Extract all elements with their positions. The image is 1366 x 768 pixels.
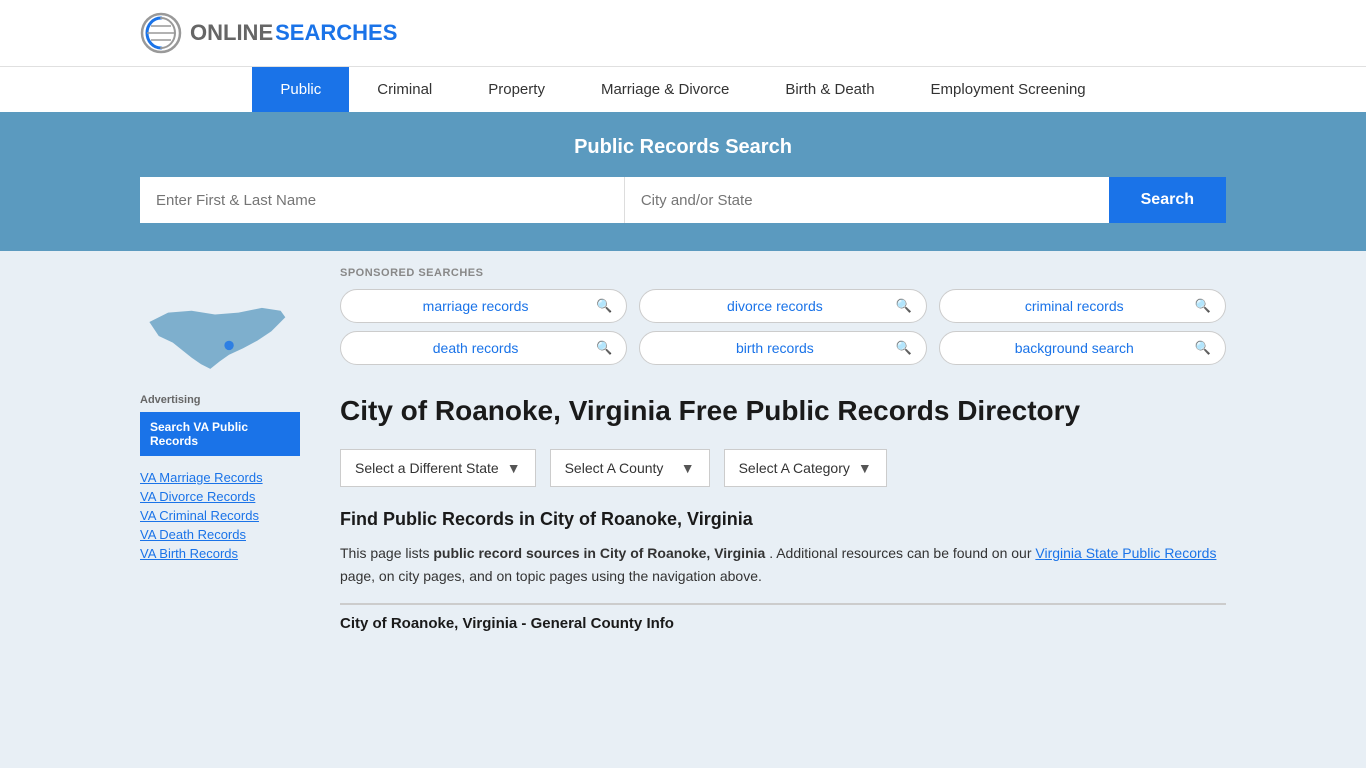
tag-divorce-records-text: divorce records [654, 298, 895, 314]
nav-item-public[interactable]: Public [252, 67, 349, 112]
county-info-heading: City of Roanoke, Virginia - General Coun… [340, 615, 1226, 632]
nav-item-marriage-divorce[interactable]: Marriage & Divorce [573, 67, 757, 112]
virginia-map-svg [140, 291, 290, 381]
main-content: Advertising Search VA Public Records VA … [0, 251, 1366, 751]
search-banner-title: Public Records Search [140, 136, 1226, 159]
tag-marriage-records-text: marriage records [355, 298, 596, 314]
tag-criminal-records[interactable]: criminal records 🔍 [939, 289, 1226, 323]
page-title: City of Roanoke, Virginia Free Public Re… [340, 393, 1226, 429]
location-input[interactable] [625, 177, 1109, 223]
description-part3: page, on city pages, and on topic pages … [340, 568, 762, 584]
content-area: SPONSORED SEARCHES marriage records 🔍 di… [320, 251, 1226, 751]
sidebar-ad-button[interactable]: Search VA Public Records [140, 412, 300, 456]
sidebar-ad-label: Advertising [140, 394, 300, 406]
state-dropdown-arrow: ▼ [507, 460, 521, 476]
state-dropdown-label: Select a Different State [355, 460, 499, 476]
search-button[interactable]: Search [1109, 177, 1226, 223]
search-icon-6: 🔍 [1195, 340, 1211, 356]
county-info-bar: City of Roanoke, Virginia - General Coun… [340, 603, 1226, 632]
category-dropdown[interactable]: Select A Category ▼ [724, 449, 887, 487]
search-form: Search [140, 177, 1226, 223]
search-tags: marriage records 🔍 divorce records 🔍 cri… [340, 289, 1226, 365]
tag-background-search[interactable]: background search 🔍 [939, 331, 1226, 365]
logo: ONLINE SEARCHES [140, 12, 397, 54]
sidebar-link-criminal[interactable]: VA Criminal Records [140, 508, 300, 523]
search-icon-3: 🔍 [1195, 298, 1211, 314]
category-dropdown-arrow: ▼ [858, 460, 872, 476]
tag-death-records[interactable]: death records 🔍 [340, 331, 627, 365]
sponsored-label: SPONSORED SEARCHES [340, 267, 1226, 279]
search-tags-row-2: death records 🔍 birth records 🔍 backgrou… [340, 331, 1226, 365]
nav-item-property[interactable]: Property [460, 67, 573, 112]
category-dropdown-label: Select A Category [739, 460, 850, 476]
tag-criminal-records-text: criminal records [954, 298, 1195, 314]
sponsored-section: SPONSORED SEARCHES marriage records 🔍 di… [340, 251, 1226, 373]
sidebar: Advertising Search VA Public Records VA … [140, 251, 320, 751]
sidebar-link-death[interactable]: VA Death Records [140, 527, 300, 542]
sidebar-link-marriage[interactable]: VA Marriage Records [140, 470, 300, 485]
description-part2: . Additional resources can be found on o… [769, 545, 1035, 561]
tag-marriage-records[interactable]: marriage records 🔍 [340, 289, 627, 323]
tag-divorce-records[interactable]: divorce records 🔍 [639, 289, 926, 323]
tag-death-records-text: death records [355, 340, 596, 356]
find-records-heading: Find Public Records in City of Roanoke, … [340, 509, 1226, 530]
search-icon-2: 🔍 [895, 298, 911, 314]
logo-text: ONLINE SEARCHES [190, 20, 397, 46]
sidebar-link-divorce[interactable]: VA Divorce Records [140, 489, 300, 504]
search-tags-row-1: marriage records 🔍 divorce records 🔍 cri… [340, 289, 1226, 323]
description-bold: public record sources in City of Roanoke… [433, 545, 765, 561]
sidebar-link-birth[interactable]: VA Birth Records [140, 546, 300, 561]
main-nav: Public Criminal Property Marriage & Divo… [0, 66, 1366, 112]
search-icon-1: 🔍 [596, 298, 612, 314]
search-icon-5: 🔍 [895, 340, 911, 356]
tag-birth-records[interactable]: birth records 🔍 [639, 331, 926, 365]
page-description: This page lists public record sources in… [340, 542, 1226, 587]
nav-item-employment-screening[interactable]: Employment Screening [903, 67, 1114, 112]
dropdowns-row: Select a Different State ▼ Select A Coun… [340, 449, 1226, 487]
county-dropdown[interactable]: Select A County ▼ [550, 449, 710, 487]
logo-icon [140, 12, 182, 54]
search-icon-4: 🔍 [596, 340, 612, 356]
tag-birth-records-text: birth records [654, 340, 895, 356]
search-banner: Public Records Search Search [0, 112, 1366, 251]
logo-searches-text: SEARCHES [275, 20, 397, 46]
site-header: ONLINE SEARCHES [0, 0, 1366, 66]
tag-background-search-text: background search [954, 340, 1195, 356]
va-map [140, 291, 300, 384]
description-part1: This page lists [340, 545, 433, 561]
county-dropdown-arrow: ▼ [681, 460, 695, 476]
state-dropdown[interactable]: Select a Different State ▼ [340, 449, 536, 487]
nav-item-birth-death[interactable]: Birth & Death [757, 67, 902, 112]
virginia-state-records-link[interactable]: Virginia State Public Records [1035, 545, 1216, 561]
logo-online-text: ONLINE [190, 20, 273, 46]
nav-item-criminal[interactable]: Criminal [349, 67, 460, 112]
county-dropdown-label: Select A County [565, 460, 664, 476]
name-input[interactable] [140, 177, 625, 223]
